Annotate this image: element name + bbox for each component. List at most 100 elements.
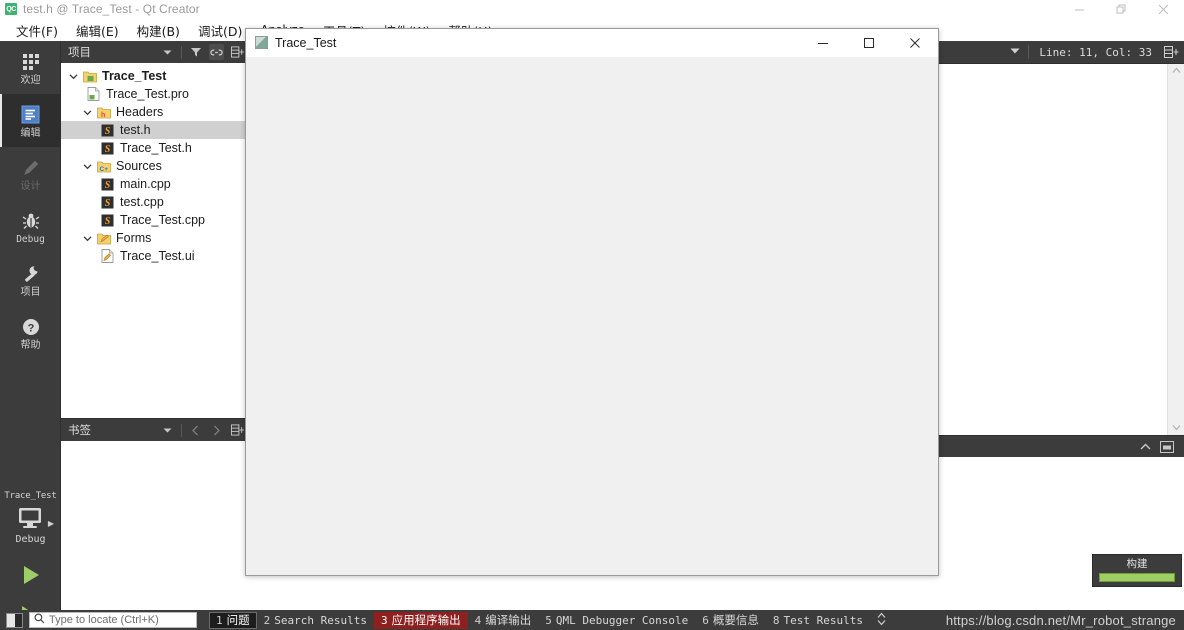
chevron-down-icon[interactable]	[1002, 47, 1028, 57]
tab-issues[interactable]: 1 问题	[209, 611, 257, 629]
headers-folder-icon: h	[95, 106, 112, 119]
tree-item-label: main.cpp	[120, 177, 171, 191]
svg-text:S: S	[105, 180, 111, 191]
maximize-pane-icon[interactable]	[1156, 440, 1178, 453]
kit-target-icon[interactable]: ▶	[0, 505, 61, 533]
tree-item-label: Trace_Test.h	[120, 141, 192, 155]
project-panel-tools	[160, 44, 247, 60]
tree-item-trace-test[interactable]: Trace_Test	[61, 67, 247, 85]
bookmarks-panel-tools	[160, 422, 247, 438]
tree-item-test-cpp[interactable]: S test.cpp	[61, 193, 247, 211]
tree-item-main-cpp[interactable]: S main.cpp	[61, 175, 247, 193]
scroll-down-icon[interactable]	[1172, 423, 1181, 433]
run-button[interactable]	[0, 555, 61, 595]
chevron-up-icon[interactable]	[1134, 443, 1156, 451]
tree-item-trace-test-pro[interactable]: Trace_Test.pro	[61, 85, 247, 103]
chevron-down-icon[interactable]	[160, 422, 175, 438]
watermark-text: https://blog.csdn.net/Mr_robot_strange	[945, 613, 1176, 628]
tree-item-trace-test-ui[interactable]: Trace_Test.ui	[61, 247, 247, 265]
sources-folder-icon: C+	[95, 160, 112, 173]
chevron-down-icon[interactable]	[160, 44, 175, 60]
mode-edit-label: 编辑	[20, 127, 41, 139]
tab-application-output[interactable]: 3 应用程序输出	[373, 611, 468, 629]
locate-input[interactable]: Type to locate (Ctrl+K)	[29, 612, 197, 628]
tab-number: 5	[545, 613, 552, 627]
updown-icon[interactable]	[876, 612, 887, 629]
mode-edit[interactable]: 编辑	[0, 94, 61, 147]
tree-item-headers[interactable]: h Headers	[61, 103, 247, 121]
mode-welcome-label: 欢迎	[20, 74, 41, 86]
toolbar-divider	[181, 423, 182, 437]
search-icon	[34, 611, 45, 629]
menu-debug[interactable]: 调试(D)	[190, 19, 250, 42]
tree-item-label: Trace_Test.ui	[120, 249, 195, 263]
line-col-indicator[interactable]: Line: 11, Col: 33	[1029, 46, 1162, 59]
tab-test-results[interactable]: 8 Test Results	[766, 612, 870, 629]
chevron-down-icon[interactable]	[79, 234, 95, 243]
application-dialog[interactable]: Trace_Test	[245, 28, 939, 576]
tab-compile-output[interactable]: 4 编译输出	[468, 612, 539, 629]
tab-qml-debugger-console[interactable]: 5 QML Debugger Console	[538, 612, 695, 629]
chevron-down-icon[interactable]	[79, 108, 95, 117]
tree-item-forms[interactable]: Forms	[61, 229, 247, 247]
chevron-right-icon[interactable]	[209, 422, 224, 438]
tab-general-messages[interactable]: 6 概要信息	[695, 612, 766, 629]
svg-text:S: S	[105, 144, 111, 155]
bookmarks-panel-header: 书签	[61, 419, 247, 441]
tab-label: 编译输出	[485, 613, 532, 627]
mode-debug-label: Debug	[16, 233, 45, 245]
header-file-icon: S	[99, 142, 116, 155]
menu-build[interactable]: 构建(B)	[129, 19, 188, 42]
mode-help[interactable]: ? 帮助	[0, 306, 61, 359]
minimize-icon[interactable]	[1058, 0, 1100, 19]
filter-icon[interactable]	[188, 44, 203, 60]
tree-item-label: Sources	[116, 159, 162, 173]
tree-item-trace-test-cpp[interactable]: S Trace_Test.cpp	[61, 211, 247, 229]
restore-icon[interactable]	[1100, 0, 1142, 19]
tab-label: 应用程序输出	[391, 613, 461, 627]
editor-vertical-scrollbar[interactable]	[1167, 64, 1184, 435]
mode-debug[interactable]: Debug	[0, 200, 61, 253]
sidebar-toggle-icon[interactable]	[6, 612, 23, 628]
link-icon[interactable]	[209, 44, 224, 60]
tree-item-label: test.cpp	[120, 195, 164, 209]
tree-item-label: Forms	[116, 231, 152, 245]
window-titlebar: QC test.h @ Trace_Test - Qt Creator	[0, 0, 1184, 19]
tree-item-label: Trace_Test.cpp	[120, 213, 205, 227]
close-icon[interactable]	[892, 29, 938, 57]
split-icon[interactable]	[230, 422, 245, 438]
tab-number: 8	[772, 613, 780, 627]
mode-welcome[interactable]: 欢迎	[0, 41, 61, 94]
minimize-icon[interactable]	[800, 29, 846, 57]
window-controls	[1058, 0, 1184, 19]
mode-projects-label: 项目	[20, 286, 41, 298]
mode-design[interactable]: 设计	[0, 147, 61, 200]
tree-item-test-h[interactable]: S test.h	[61, 121, 247, 139]
close-icon[interactable]	[1142, 0, 1184, 19]
kit-build-config: Debug	[15, 534, 46, 545]
dialog-titlebar[interactable]: Trace_Test	[246, 29, 938, 57]
project-panel-title: 项目	[68, 45, 91, 59]
menu-edit[interactable]: 编辑(E)	[68, 19, 127, 42]
bookmarks-panel: 书签	[61, 418, 247, 610]
tree-item-sources[interactable]: C+ Sources	[61, 157, 247, 175]
dialog-client-area[interactable]	[246, 57, 938, 575]
project-panel-header: 项目	[61, 41, 247, 63]
menu-file[interactable]: 文件(F)	[8, 19, 66, 42]
tab-search-results[interactable]: 2 Search Results	[257, 612, 374, 629]
chevron-down-icon[interactable]	[65, 72, 81, 81]
mode-projects[interactable]: 项目	[0, 253, 61, 306]
header-file-icon: S	[99, 124, 116, 137]
maximize-icon[interactable]	[846, 29, 892, 57]
split-editor-icon[interactable]	[1162, 46, 1180, 58]
chevron-left-icon[interactable]	[188, 422, 203, 438]
chevron-down-icon[interactable]	[79, 162, 95, 171]
ui-file-icon	[99, 249, 116, 263]
tab-number: 2	[263, 613, 271, 627]
scroll-up-icon[interactable]	[1172, 66, 1181, 76]
wrench-icon	[21, 262, 41, 286]
tab-label: 概要信息	[712, 613, 759, 627]
split-icon[interactable]	[230, 44, 245, 60]
pencil-icon	[21, 156, 41, 180]
tree-item-trace-test-h[interactable]: S Trace_Test.h	[61, 139, 247, 157]
